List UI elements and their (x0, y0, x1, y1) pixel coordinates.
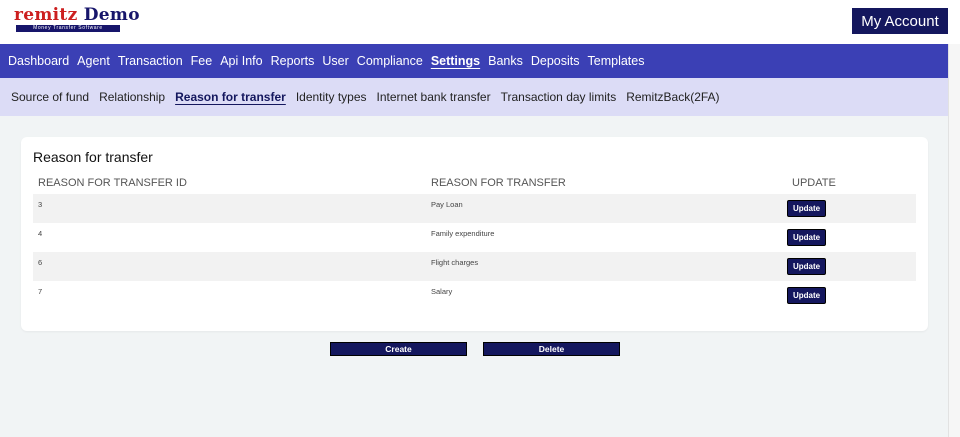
sub-nav-item-remitzback-2fa[interactable]: RemitzBack(2FA) (621, 78, 724, 116)
sub-nav-item-relationship[interactable]: Relationship (94, 78, 170, 116)
card-title: Reason for transfer (33, 149, 153, 165)
row-id-cell: 7 (38, 287, 43, 296)
main-nav: Dashboard Agent Transaction Fee Api Info… (0, 44, 948, 78)
table-row: 6 Flight charges Update (33, 252, 916, 281)
update-button[interactable]: Update (787, 229, 826, 246)
table-header-row: REASON FOR TRANSFER ID REASON FOR TRANSF… (33, 172, 916, 194)
row-reason-cell: Family expenditure (431, 229, 495, 238)
reason-table: REASON FOR TRANSFER ID REASON FOR TRANSF… (33, 172, 916, 310)
table-row: 3 Pay Loan Update (33, 194, 916, 223)
table-row: 4 Family expenditure Update (33, 223, 916, 252)
row-reason-cell: Flight charges (426, 252, 787, 281)
column-header-update: UPDATE (792, 177, 836, 189)
main-nav-item-dashboard[interactable]: Dashboard (4, 44, 73, 78)
main-nav-item-transaction[interactable]: Transaction (114, 44, 187, 78)
main-nav-item-reports[interactable]: Reports (267, 44, 319, 78)
main-nav-item-templates[interactable]: Templates (584, 44, 649, 78)
logo-accent-text: Demo (83, 5, 140, 25)
row-reason-cell: Pay Loan (426, 194, 787, 223)
main-nav-item-deposits[interactable]: Deposits (527, 44, 584, 78)
update-button[interactable]: Update (787, 287, 826, 304)
update-button[interactable]: Update (787, 200, 826, 217)
row-update-cell: Update (787, 252, 916, 281)
main-nav-item-user[interactable]: User (318, 44, 352, 78)
page-scrollbar[interactable] (948, 44, 960, 437)
row-id-cell: 4 (38, 229, 43, 238)
row-update-cell: Update (787, 194, 916, 223)
settings-sub-nav: Source of fund Relationship Reason for t… (0, 78, 948, 116)
main-nav-item-api-info[interactable]: Api Info (216, 44, 266, 78)
delete-button[interactable]: Delete (483, 342, 620, 356)
row-id-cell: 6 (33, 252, 426, 281)
table-row: 7 Salary Update (33, 281, 916, 310)
update-button[interactable]: Update (787, 258, 826, 275)
main-nav-item-agent[interactable]: Agent (73, 44, 114, 78)
logo-wordmark: remitz Demo (14, 5, 140, 25)
main-nav-item-fee[interactable]: Fee (187, 44, 217, 78)
column-header-reason[interactable]: REASON FOR TRANSFER (426, 172, 787, 194)
main-nav-item-settings[interactable]: Settings (427, 44, 484, 78)
logo-main-text: remitz (14, 5, 78, 25)
create-button[interactable]: Create (330, 342, 467, 356)
sub-nav-item-internet-bank-transfer[interactable]: Internet bank transfer (372, 78, 496, 116)
sub-nav-item-transaction-day-limits[interactable]: Transaction day limits (496, 78, 622, 116)
column-header-id[interactable]: REASON FOR TRANSFER ID (33, 172, 426, 194)
sub-nav-item-identity-types[interactable]: Identity types (291, 78, 372, 116)
row-update-cell: Update (787, 223, 916, 252)
sub-nav-item-source-of-fund[interactable]: Source of fund (6, 78, 94, 116)
brand-logo[interactable]: remitz Demo Money Transfer Software (14, 5, 140, 33)
main-nav-item-banks[interactable]: Banks (484, 44, 527, 78)
top-bar: remitz Demo Money Transfer Software My A… (0, 0, 960, 44)
my-account-button[interactable]: My Account (852, 8, 948, 34)
row-id-cell: 3 (33, 194, 426, 223)
sub-nav-item-reason-for-transfer[interactable]: Reason for transfer (170, 78, 291, 116)
reason-for-transfer-card: Reason for transfer REASON FOR TRANSFER … (21, 137, 928, 331)
row-update-cell: Update (787, 281, 916, 310)
row-reason-cell: Salary (431, 287, 453, 296)
logo-tagline: Money Transfer Software (16, 25, 120, 32)
main-nav-item-compliance[interactable]: Compliance (353, 44, 427, 78)
